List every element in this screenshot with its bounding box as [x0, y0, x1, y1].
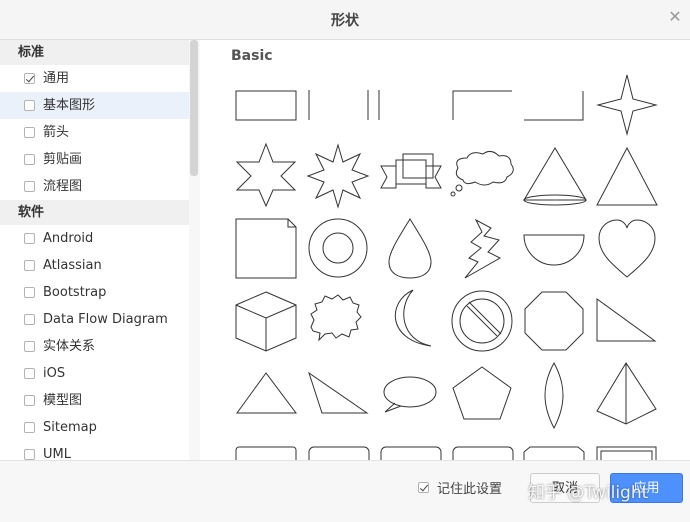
- pentagon-shape[interactable]: [452, 366, 512, 420]
- checkbox[interactable]: [24, 395, 35, 406]
- heart-shape[interactable]: [598, 219, 656, 278]
- checkbox[interactable]: [24, 127, 35, 138]
- checkbox[interactable]: [24, 314, 35, 325]
- library-item-flowchart[interactable]: 流程图: [0, 173, 199, 200]
- octagon-shape[interactable]: [524, 291, 584, 351]
- cube-shape[interactable]: [235, 291, 297, 352]
- library-item-label: 箭头: [43, 125, 70, 140]
- checkbox[interactable]: [24, 73, 35, 84]
- library-item-data-flow-diagram[interactable]: Data Flow Diagram: [0, 306, 199, 333]
- checkbox[interactable]: [24, 260, 35, 271]
- speech-bubble-shape[interactable]: [383, 376, 437, 413]
- checkbox[interactable]: [24, 100, 35, 111]
- half-circle-shape[interactable]: [523, 234, 585, 266]
- library-item-label: 实体关系: [43, 339, 96, 354]
- remember-setting[interactable]: 记住此设置: [418, 478, 502, 497]
- checkbox[interactable]: [24, 154, 35, 165]
- checkbox[interactable]: [24, 233, 35, 244]
- dialog-titlebar: 形状 ✕: [0, 0, 690, 40]
- no-symbol-shape[interactable]: [451, 290, 513, 352]
- spiky-speech-bubble-shape[interactable]: [310, 294, 362, 342]
- library-item-label: 剪贴画: [43, 152, 83, 167]
- checkbox[interactable]: [24, 422, 35, 433]
- frame-shape[interactable]: [596, 446, 657, 460]
- library-item-ios[interactable]: iOS: [0, 360, 199, 387]
- checkbox[interactable]: [24, 368, 35, 379]
- remember-label: 记住此设置: [437, 482, 503, 497]
- library-item-label: Data Flow Diagram: [43, 312, 168, 327]
- rounded-rectangle-shape-4[interactable]: [452, 446, 514, 460]
- rounded-rectangle-shape-2[interactable]: [308, 446, 370, 460]
- tag-shape[interactable]: [523, 446, 585, 460]
- library-item-mockups[interactable]: 模型图: [0, 387, 199, 414]
- library-item-basic-shapes[interactable]: 基本图形: [0, 92, 199, 119]
- rounded-rectangle-shape[interactable]: [235, 446, 297, 460]
- library-item-label: 模型图: [43, 393, 83, 408]
- library-item-label: Bootstrap: [43, 285, 107, 300]
- library-item-label: Android: [43, 231, 94, 246]
- ribbon-shape[interactable]: [380, 153, 442, 189]
- library-item-bootstrap[interactable]: Bootstrap: [0, 279, 199, 306]
- library-item-label: Sitemap: [43, 420, 97, 435]
- checkbox[interactable]: [24, 449, 35, 460]
- rounded-rectangle-shape-3[interactable]: [380, 446, 442, 460]
- eight-point-star-shape[interactable]: [306, 143, 370, 209]
- triangle-shape[interactable]: [236, 372, 297, 414]
- library-item-uml[interactable]: UML: [0, 441, 199, 460]
- library-item-label: iOS: [43, 366, 66, 381]
- library-item-entity-relation[interactable]: 实体关系: [0, 333, 199, 360]
- library-item-label: UML: [43, 447, 71, 460]
- scalene-triangle-shape[interactable]: [308, 371, 369, 414]
- drop-shape[interactable]: [388, 218, 432, 279]
- four-point-star-shape[interactable]: [596, 74, 658, 136]
- library-item-sitemap[interactable]: Sitemap: [0, 414, 199, 441]
- right-triangle-shape[interactable]: [596, 298, 657, 342]
- apply-button[interactable]: 应用: [610, 473, 683, 503]
- library-item-clipart[interactable]: 剪贴画: [0, 146, 199, 173]
- shape-palette: Basic: [201, 40, 690, 460]
- top-left-corner-shape[interactable]: [452, 90, 512, 120]
- folded-page-shape[interactable]: [235, 218, 297, 279]
- lens-shape[interactable]: [544, 361, 564, 430]
- library-item-general[interactable]: 通用: [0, 65, 199, 92]
- sidebar-scrollbar-thumb[interactable]: [190, 40, 198, 176]
- double-vertical-line-shape[interactable]: [367, 90, 380, 120]
- checkbox[interactable]: [24, 181, 35, 192]
- library-item-label: 流程图: [43, 179, 83, 194]
- section-heading-standard: 标准: [0, 40, 199, 65]
- lightning-bolt-shape[interactable]: [464, 218, 502, 279]
- library-item-label: 通用: [43, 71, 70, 86]
- dialog-footer: 记住此设置 取消 应用 知乎 @Twilight: [0, 460, 690, 522]
- six-point-star-shape[interactable]: [235, 142, 297, 208]
- bottom-right-corner-shape[interactable]: [524, 91, 584, 121]
- remember-checkbox[interactable]: [418, 482, 429, 493]
- cancel-button[interactable]: 取消: [530, 473, 600, 503]
- library-item-label: Atlassian: [43, 258, 102, 273]
- library-item-android[interactable]: Android: [0, 225, 199, 252]
- cone-shape[interactable]: [523, 147, 587, 206]
- library-item-atlassian[interactable]: Atlassian: [0, 252, 199, 279]
- thought-cloud-shape[interactable]: [450, 150, 514, 197]
- checkbox[interactable]: [24, 341, 35, 352]
- rectangle-shape[interactable]: [235, 90, 297, 121]
- crescent-moon-shape[interactable]: [394, 289, 432, 347]
- library-item-arrows[interactable]: 箭头: [0, 119, 199, 146]
- library-item-label: 基本图形: [43, 98, 96, 113]
- checkbox[interactable]: [24, 287, 35, 298]
- section-heading-software: 软件: [0, 200, 199, 225]
- pyramid-cone-shape[interactable]: [596, 146, 658, 206]
- shape-library-sidebar: 标准 通用 基本图形 箭头 剪贴画 流程图 软件 Android Atlassi…: [0, 40, 200, 460]
- close-icon[interactable]: ✕: [666, 8, 684, 26]
- donut-shape[interactable]: [308, 218, 368, 278]
- dialog-title: 形状: [331, 13, 359, 29]
- pyramid-shape[interactable]: [596, 362, 657, 425]
